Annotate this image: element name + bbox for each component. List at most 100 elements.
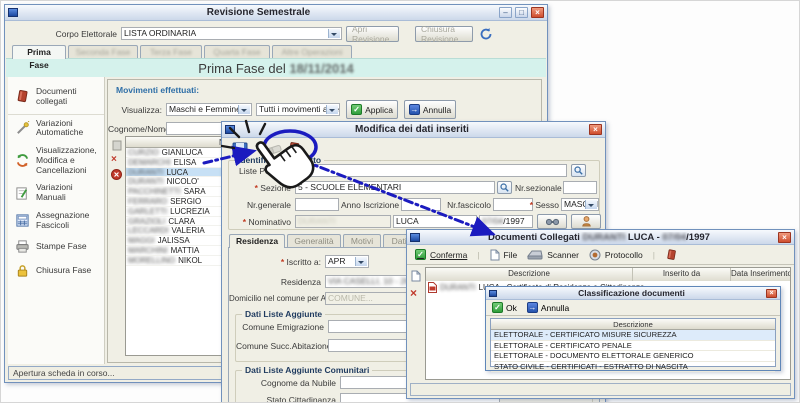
nr-sezionale-input[interactable]	[563, 181, 597, 194]
delete-x-icon[interactable]: ×	[111, 154, 122, 165]
tab-seconda-fase[interactable]: Seconda Fase	[68, 45, 138, 59]
app-icon	[489, 289, 497, 297]
visualizza-label: Visualizza:	[121, 105, 162, 115]
protocollo-button[interactable]: Protocollo	[589, 249, 643, 261]
titlebar-revisione[interactable]: Revisione Semestrale – □ ×	[5, 5, 547, 21]
sezione-input[interactable]: 5 - SCUOLE ELEMENTARI	[295, 181, 495, 194]
iscritto-a-label: Iscritto a:	[229, 257, 321, 267]
anno-iscrizione-input[interactable]	[401, 198, 441, 211]
residenza-label: Residenza	[280, 277, 321, 287]
arrow-icon: →	[408, 104, 420, 115]
sidebar-item-visualizzazione-modifica[interactable]: Visualizzazione, Modifica e Cancellazion…	[8, 142, 104, 179]
col-data-inserimento[interactable]: Data Inserimento	[731, 268, 790, 281]
table-header-row: Descrizione Inserito da Data Inserimento	[426, 268, 790, 281]
person-button[interactable]	[571, 214, 601, 229]
red-book-icon[interactable]	[665, 248, 678, 262]
stato-cittadinanza-label: Stato Cittadinanza	[266, 395, 336, 403]
tab-generalita[interactable]: Generalità	[287, 234, 341, 248]
search-button[interactable]	[571, 164, 586, 177]
documenti-status-bar	[410, 383, 791, 396]
window-title: Documenti Collegati DURANTI LUCA - 07/04…	[488, 231, 710, 243]
file-button[interactable]: File	[490, 249, 517, 261]
col-inserito-da[interactable]: Inserito da	[633, 268, 731, 281]
window-title: Revisione Semestrale	[206, 7, 311, 18]
recycle-arrows-icon	[14, 153, 31, 169]
chiusura-revisione-button[interactable]: Chiusura Revisione	[415, 24, 473, 44]
sidebar-item-variazioni-automatiche[interactable]: Variazioni Automatiche	[8, 115, 104, 143]
titlebar-documenti[interactable]: Documenti Collegati DURANTI LUCA - 07/04…	[407, 230, 794, 245]
tab-residenza[interactable]: Residenza	[229, 234, 285, 248]
classification-row[interactable]: ELETTORALE - CERTIFICATO MISURE SICUREZZ…	[491, 330, 775, 341]
sesso-label: Sesso	[529, 200, 559, 210]
comune-succ-label: Comune Succ.Abitazione	[236, 341, 332, 351]
sidebar-item-stampe-fase[interactable]: Stampe Fase	[8, 234, 104, 258]
gender-filter-select[interactable]: Maschi e Femmine	[166, 103, 252, 116]
domicilio-aire-label: Domicilio nel comune per AIRE	[229, 294, 340, 303]
close-button[interactable]: ×	[531, 7, 544, 18]
sheet-icon[interactable]	[111, 140, 122, 151]
iscritto-a-select[interactable]: APR	[325, 255, 369, 268]
classification-row[interactable]: ELETTORALE - DOCUMENTO ELETTORALE GENERI…	[491, 351, 775, 362]
sidebar-item-chiusura-fase[interactable]: Chiusura Fase	[8, 258, 104, 282]
sesso-select[interactable]: MASCHILE	[561, 198, 599, 211]
corpo-elettorale-select[interactable]: LISTA ORDINARIA	[121, 27, 342, 40]
ok-button[interactable]: ✓ Ok	[492, 302, 517, 313]
app-icon	[410, 232, 420, 242]
classification-row[interactable]: ELETTORALE - CERTIFICATO PENALE	[491, 341, 775, 352]
classificazione-table: Descrizione ELETTORALE - CERTIFICATO MIS…	[490, 318, 776, 373]
phase-banner: Prima Fase del 18/11/2014	[6, 58, 546, 77]
titlebar-modifica[interactable]: Modifica dei dati inseriti ×	[222, 122, 605, 138]
liste-persone-input[interactable]	[295, 164, 567, 177]
binoculars-button[interactable]	[537, 214, 567, 229]
sidebar-item-documenti-collegati[interactable]: Documenti collegati	[8, 83, 104, 115]
printer-icon	[14, 238, 31, 254]
toolbar-separator: |	[477, 249, 480, 260]
sidebar: Documenti collegati Variazioni Automatic…	[8, 77, 105, 364]
calculator-grid-icon	[14, 213, 31, 229]
delete-x-icon[interactable]: ×	[410, 286, 422, 300]
annulla-button[interactable]: → Annulla	[526, 302, 569, 313]
sidebar-item-variazioni-manuali[interactable]: Variazioni Manuali	[8, 179, 104, 207]
nominativo-name-input[interactable]: LUCA	[393, 215, 477, 228]
classification-row[interactable]: STATO CIVILE - CERTIFICATI - ESTRATTO DI…	[491, 362, 775, 373]
close-button[interactable]: ×	[766, 288, 777, 298]
conferma-button[interactable]: ✓ Conferma	[415, 249, 467, 260]
scanner-button[interactable]: Scanner	[527, 249, 579, 260]
anno-iscrizione-label: Anno Iscrizione	[341, 200, 400, 210]
check-icon: ✓	[415, 249, 426, 260]
titlebar-classificazione[interactable]: Classificazione documenti ×	[486, 287, 780, 300]
phase-date: 18/11/2014	[289, 61, 354, 76]
identificativo-group: Identificativo Iscritto Liste Persone Se…	[228, 155, 601, 230]
movement-filter-select[interactable]: Tutti i movimenti a verb...	[256, 103, 340, 116]
nominativo-surname-input[interactable]: DURANTI	[295, 215, 391, 228]
protocollo-stamp-icon	[589, 249, 601, 260]
restore-button[interactable]: □	[515, 7, 528, 18]
col-descrizione[interactable]: Descrizione	[426, 268, 633, 281]
nr-fascicolo-input[interactable]	[493, 198, 533, 211]
tab-motivi[interactable]: Motivi	[343, 234, 381, 248]
cognome-nubile-label: Cognome da Nubile	[260, 378, 336, 388]
documenti-toolbar: ✓ Conferma | File Scanner Protocollo |	[407, 245, 794, 265]
check-icon: ✓	[492, 302, 503, 313]
stop-icon[interactable]	[111, 169, 122, 180]
close-button[interactable]: ×	[778, 231, 791, 243]
birth-date-input[interactable]: 07/04/1997	[479, 215, 533, 228]
tab-altre-operazioni[interactable]: Altre Operazioni	[272, 45, 352, 59]
col-descrizione[interactable]: Descrizione	[491, 319, 775, 330]
applica-button[interactable]: ✓ Applica	[346, 100, 398, 119]
annulla-button[interactable]: → Annulla	[404, 100, 456, 119]
tab-terza-fase[interactable]: Terza Fase	[140, 45, 202, 59]
toolbar-separator: |	[652, 249, 655, 260]
refresh-icon[interactable]	[478, 26, 494, 42]
tab-quarta-fase[interactable]: Quarta Fase	[204, 45, 270, 59]
sidebar-item-assegnazione-fascicoli[interactable]: Assegnazione Fascicoli	[8, 207, 104, 235]
movements-title: Movimenti effettuati:	[116, 85, 200, 95]
liste-persone-label: Liste Persone	[239, 166, 291, 176]
minimize-button[interactable]: –	[499, 7, 512, 18]
tab-prima-fase[interactable]: Prima Fase	[12, 45, 66, 70]
new-file-icon[interactable]	[410, 270, 422, 282]
close-button[interactable]: ×	[589, 124, 602, 135]
nr-generale-input[interactable]	[295, 198, 339, 211]
search-button[interactable]	[497, 181, 512, 194]
apri-revisione-button[interactable]: Apri Revisione	[346, 24, 399, 44]
